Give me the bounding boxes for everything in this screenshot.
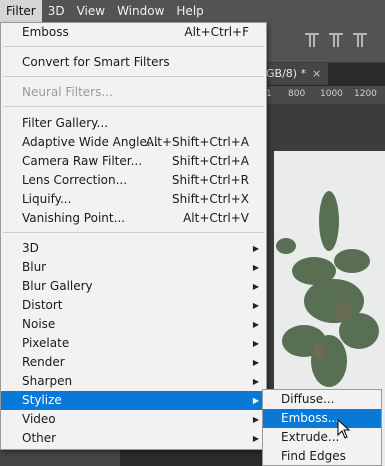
menu-filter[interactable]: Filter [0, 0, 42, 22]
submenu-arrow-icon: ▶ [252, 396, 259, 405]
menu-item-neural-filters: Neural Filters... [22, 85, 113, 99]
menu-item-filter-gallery[interactable]: Filter Gallery... [1, 114, 266, 133]
menu-item-3d[interactable]: 3D ▶ [1, 239, 266, 258]
ruler-tick: 1000 [320, 89, 343, 99]
menu-item-lens-correction[interactable]: Lens Correction... Shift+Ctrl+R [1, 171, 266, 190]
submenu-arrow-icon: ▶ [252, 377, 259, 386]
ruler-tick: 800 [288, 89, 306, 99]
submenu-arrow-icon: ▶ [252, 320, 259, 329]
menu-item-distort[interactable]: Distort ▶ [1, 296, 266, 315]
menu-item-adaptive-wide-angle[interactable]: Adaptive Wide Angle... Alt+Shift+Ctrl+A [1, 133, 266, 152]
submenu-arrow-icon: ▶ [252, 301, 259, 310]
menu-divider [3, 106, 264, 107]
align-bottom-icon[interactable] [353, 33, 367, 47]
submenu-arrow-icon: ▶ [252, 434, 259, 443]
submenu-item-diffuse[interactable]: Diffuse... [263, 390, 381, 409]
menu-divider [3, 46, 264, 47]
menu-item-other[interactable]: Other ▶ [1, 429, 266, 448]
menu-item-convert-smart-filters[interactable]: Convert for Smart Filters [1, 53, 266, 72]
document-tab[interactable]: GB/8) * × [258, 63, 328, 85]
menu-divider [3, 232, 264, 233]
menu-view[interactable]: View [71, 0, 111, 22]
menu-item-video[interactable]: Video ▶ [1, 410, 266, 429]
submenu-item-find-edges[interactable]: Find Edges [263, 447, 381, 466]
menu-item-render[interactable]: Render ▶ [1, 353, 266, 372]
submenu-arrow-icon: ▶ [252, 415, 259, 424]
submenu-arrow-icon: ▶ [252, 358, 259, 367]
submenu-item-emboss[interactable]: Emboss... [263, 409, 381, 428]
horizontal-ruler: 1 800 1000 1200 [262, 86, 385, 105]
close-icon[interactable]: × [312, 63, 321, 85]
menu-item-liquify[interactable]: Liquify... Shift+Ctrl+X [1, 190, 266, 209]
submenu-arrow-icon: ▶ [252, 282, 259, 291]
submenu-item-extrude[interactable]: Extrude... [263, 428, 381, 447]
menu-item-noise[interactable]: Noise ▶ [1, 315, 266, 334]
menu-3d[interactable]: 3D [42, 0, 71, 22]
menu-bar: Filter 3D View Window Help [0, 0, 385, 22]
align-top-icon[interactable] [305, 33, 319, 47]
menu-help[interactable]: Help [170, 0, 209, 22]
menu-window[interactable]: Window [111, 0, 170, 22]
menu-item-pixelate[interactable]: Pixelate ▶ [1, 334, 266, 353]
menu-divider [3, 76, 264, 77]
align-buttons [305, 33, 367, 47]
submenu-arrow-icon: ▶ [252, 339, 259, 348]
submenu-arrow-icon: ▶ [252, 263, 259, 272]
menu-item-camera-raw[interactable]: Camera Raw Filter... Shift+Ctrl+A [1, 152, 266, 171]
menu-item-sharpen[interactable]: Sharpen ▶ [1, 372, 266, 391]
filter-menu: Emboss Alt+Ctrl+F Convert for Smart Filt… [0, 22, 267, 450]
menu-item-last-filter[interactable]: Emboss Alt+Ctrl+F [1, 23, 266, 42]
document-tab-label: GB/8) * [266, 67, 307, 80]
stylize-submenu: Diffuse... Emboss... Extrude... Find Edg… [262, 389, 382, 466]
mouse-pointer-icon [337, 418, 351, 443]
ruler-tick: 1200 [354, 89, 377, 99]
align-middle-icon[interactable] [329, 33, 343, 47]
menu-item-blur[interactable]: Blur ▶ [1, 258, 266, 277]
menu-item-vanishing-point[interactable]: Vanishing Point... Alt+Ctrl+V [1, 209, 266, 228]
menu-item-stylize[interactable]: Stylize ▶ [1, 391, 266, 410]
submenu-arrow-icon: ▶ [252, 244, 259, 253]
menu-item-blur-gallery[interactable]: Blur Gallery ▶ [1, 277, 266, 296]
